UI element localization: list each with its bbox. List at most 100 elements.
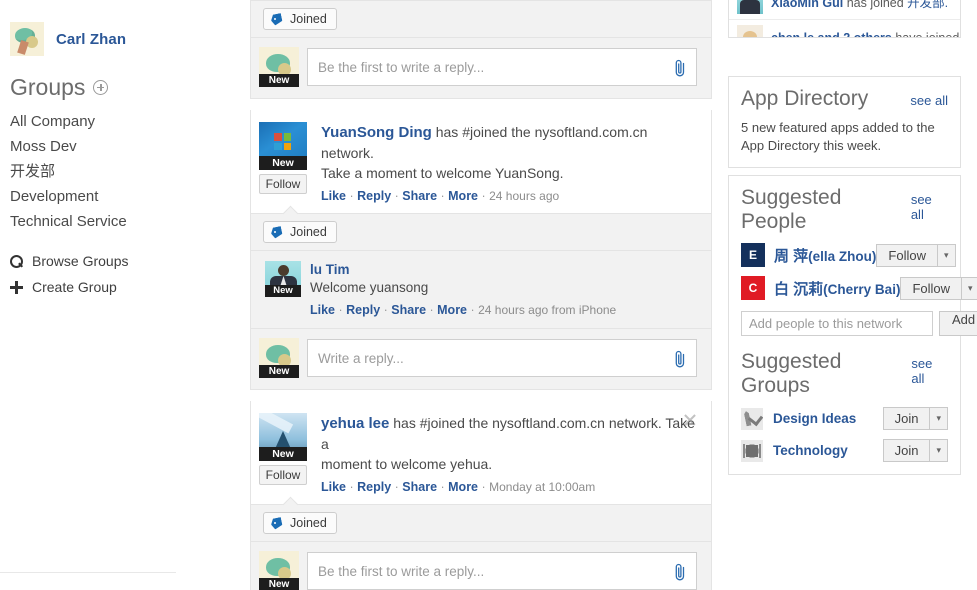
post-text-line2: Take a moment to welcome YuanSong.	[321, 165, 564, 181]
suggested-groups-see-all[interactable]: see all	[911, 356, 948, 386]
post-text-line2: moment to welcome yehua.	[321, 456, 493, 472]
person-name[interactable]: 周 萍(ella Zhou)	[765, 245, 876, 266]
more-link[interactable]: More	[448, 189, 478, 203]
add-button[interactable]: Add	[939, 311, 977, 336]
create-group-button[interactable]: Create Group	[10, 274, 250, 300]
reply-input-yehua[interactable]	[308, 553, 696, 589]
comment-author[interactable]: lu Tim	[310, 261, 697, 278]
follow-button-yehua[interactable]: Follow	[259, 465, 307, 485]
app-directory-header: App Directory see all	[741, 87, 948, 111]
avatar-column-yuansong: New Follow	[259, 122, 313, 205]
notification-name-2[interactable]: chen le and 2 others	[771, 31, 892, 37]
suggested-person-row: E 周 萍(ella Zhou) Follow ▾	[741, 243, 956, 267]
app-directory-see-all[interactable]: see all	[910, 93, 948, 108]
avatar-column-yehua: New Follow	[259, 413, 313, 496]
post-timestamp: 24 hours ago	[489, 189, 560, 203]
new-badge: New	[259, 365, 299, 378]
group-actions: Browse Groups Create Group	[0, 234, 250, 300]
comment-actions: Like · Reply · Share · More · 24 hours a…	[310, 303, 617, 317]
suggested-people-section: Suggested People see all E 周 萍(ella Zhou…	[729, 176, 977, 348]
join-button[interactable]: Join	[882, 407, 930, 430]
suggested-people-title: Suggested People	[741, 186, 842, 233]
notification-row-2[interactable]: chen le and 2 others have joined	[729, 20, 960, 37]
chevron-down-icon[interactable]: ▾	[929, 407, 948, 430]
sidebar-item-kaifabu[interactable]: 开发部	[10, 159, 250, 184]
current-user-name[interactable]: Carl Zhan	[56, 31, 126, 48]
new-badge: New	[259, 447, 307, 461]
chevron-down-icon[interactable]: ▾	[929, 439, 948, 462]
reply-input-wrap-yehua[interactable]	[307, 552, 697, 590]
like-link[interactable]: Like	[321, 480, 346, 494]
joined-tag-button-yehua[interactable]: Joined	[263, 512, 337, 534]
close-icon[interactable]	[683, 413, 697, 427]
like-link[interactable]: Like	[310, 303, 335, 317]
follow-button[interactable]: Follow	[900, 276, 962, 300]
suggested-people-see-all[interactable]: see all	[911, 192, 948, 222]
joined-tag-button-top[interactable]: Joined	[263, 8, 337, 30]
chevron-down-icon[interactable]: ▾	[937, 243, 956, 267]
windows-logo-avatar[interactable]: New	[259, 122, 307, 170]
person-name-cn: 白 沉莉	[774, 280, 824, 298]
plus-circle-icon[interactable]	[93, 80, 109, 95]
reply-link[interactable]: Reply	[357, 189, 391, 203]
share-link[interactable]: Share	[391, 303, 426, 317]
chen-le-avatar	[737, 25, 763, 37]
more-link[interactable]: More	[437, 303, 467, 317]
person-name-en: (Cherry Bai)	[823, 281, 901, 297]
reply-input-wrap-top[interactable]	[307, 48, 697, 86]
paperclip-icon[interactable]	[673, 562, 687, 582]
browse-groups-button[interactable]: Browse Groups	[10, 248, 250, 274]
post-author-yehua[interactable]: yehua lee	[321, 415, 389, 432]
more-link[interactable]: More	[448, 480, 478, 494]
follow-button[interactable]: Follow	[876, 243, 937, 267]
groups-header: Groups	[0, 56, 250, 107]
feed-post-yehua: New Follow yehua lee has #joined the nys…	[250, 401, 712, 590]
like-link[interactable]: Like	[321, 189, 346, 203]
feed-gap-1	[250, 99, 712, 110]
reply-link[interactable]: Reply	[346, 303, 380, 317]
share-link[interactable]: Share	[402, 480, 437, 494]
joined-tag-label: Joined	[290, 516, 327, 530]
reply-input-yuansong[interactable]	[308, 340, 696, 376]
share-link[interactable]: Share	[402, 189, 437, 203]
notification-row-1[interactable]: XiaoMin Gui has joined 开发部.	[729, 0, 960, 20]
sidebar-item-moss-dev[interactable]: Moss Dev	[10, 134, 250, 159]
plane-avatar[interactable]: New	[259, 413, 307, 461]
joined-bar-top: Joined	[251, 0, 711, 37]
tag-icon	[271, 14, 284, 25]
reply-link[interactable]: Reply	[357, 480, 391, 494]
current-user[interactable]: Carl Zhan	[0, 0, 250, 56]
chevron-down-icon[interactable]: ▾	[961, 276, 977, 300]
reply-input-wrap-yuansong[interactable]	[307, 339, 697, 377]
joined-bar-yehua: Joined	[251, 496, 711, 541]
paperclip-icon[interactable]	[673, 349, 687, 369]
joined-tag-button-yuansong[interactable]: Joined	[263, 221, 337, 243]
comment-timestamp: 24 hours ago from iPhone	[478, 303, 617, 317]
yammer-page: Carl Zhan Groups All Company Moss Dev 开发…	[0, 0, 977, 590]
person-name[interactable]: 白 沉莉(Cherry Bai)	[765, 278, 900, 299]
new-badge: New	[265, 285, 301, 297]
add-people-input[interactable]	[741, 311, 933, 336]
notification-text-2: chen le and 2 others have joined	[763, 31, 959, 37]
post-actions-yehua: Like · Reply · Share · More · Monday at …	[321, 480, 596, 494]
create-group-label: Create Group	[32, 279, 117, 295]
person-name-en: (ella Zhou)	[808, 248, 877, 264]
join-button[interactable]: Join	[882, 439, 930, 462]
lu-tim-avatar[interactable]: New	[265, 261, 301, 297]
paperclip-icon[interactable]	[673, 58, 687, 78]
post-body-yuansong: New Follow YuanSong Ding has #joined the…	[251, 110, 711, 213]
sidebar-item-development[interactable]: Development	[10, 184, 250, 209]
follow-button-yuansong[interactable]: Follow	[259, 174, 307, 194]
reply-input-top[interactable]	[308, 49, 696, 85]
group-name[interactable]: Design Ideas	[763, 411, 883, 426]
current-user-avatar: New	[259, 551, 299, 590]
new-badge: New	[259, 74, 299, 87]
post-author-yuansong[interactable]: YuanSong Ding	[321, 124, 432, 141]
groups-title: Groups	[10, 74, 86, 100]
notification-group-1[interactable]: 开发部.	[907, 0, 948, 10]
join-split-button: Join ▾	[882, 407, 948, 430]
sidebar-item-technical-service[interactable]: Technical Service	[10, 209, 250, 234]
group-name[interactable]: Technology	[763, 443, 883, 458]
sidebar-item-all-company[interactable]: All Company	[10, 109, 250, 134]
notification-name-1[interactable]: XiaoMin Gui	[771, 0, 843, 10]
